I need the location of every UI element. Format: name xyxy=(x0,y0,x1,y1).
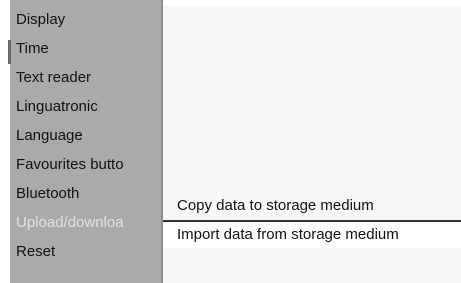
menu-item-linguatronic[interactable]: Linguatronic xyxy=(10,93,161,121)
menu-item-time[interactable]: Time xyxy=(10,35,161,63)
submenu-item-copy-data[interactable]: Copy data to storage medium xyxy=(163,192,461,220)
menu-item-text-reader[interactable]: Text reader xyxy=(10,64,161,92)
menu-item-upload-download[interactable]: Upload/downloa xyxy=(10,209,161,237)
menu-item-language[interactable]: Language xyxy=(10,122,161,150)
submenu-item-import-data[interactable]: Import data from storage medium xyxy=(163,220,461,248)
upload-download-submenu: Copy data to storage medium Import data … xyxy=(163,192,461,248)
settings-menu: Display Time Text reader Linguatronic La… xyxy=(10,0,163,283)
menu-item-display[interactable]: Display xyxy=(10,6,161,34)
settings-screen: Display Time Text reader Linguatronic La… xyxy=(0,0,461,283)
frame-notch xyxy=(8,40,11,64)
menu-item-bluetooth[interactable]: Bluetooth xyxy=(10,180,161,208)
menu-item-reset[interactable]: Reset xyxy=(10,238,161,266)
menu-item-favourites-button[interactable]: Favourites butto xyxy=(10,151,161,179)
